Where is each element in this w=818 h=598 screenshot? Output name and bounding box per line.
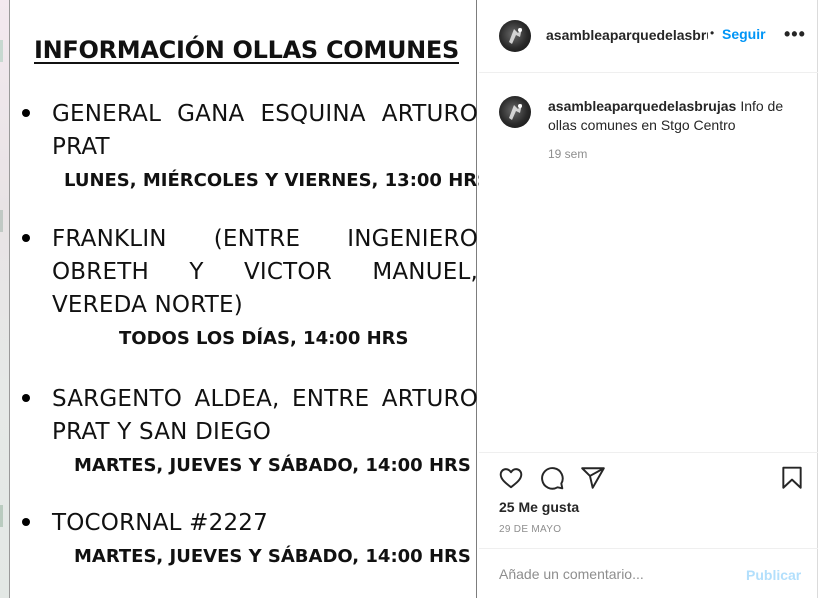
- caption-username[interactable]: asambleaparquedelasbrujas: [548, 98, 736, 114]
- edge-mark: [0, 210, 3, 232]
- location-item: TOCORNAL #2227 MARTES, JUEVES Y SÁBADO, …: [22, 507, 472, 570]
- bookmark-icon[interactable]: [779, 465, 805, 491]
- post-header: asambleaparquedelasbrujas • Seguir •••: [479, 0, 818, 73]
- caption-avatar[interactable]: [499, 96, 531, 128]
- share-icon[interactable]: [580, 465, 606, 491]
- post-actions: 25 Me gusta 29 DE MAYO: [479, 452, 818, 548]
- location-address: FRANKLIN (ENTRE INGENIERO OBRETH Y VICTO…: [52, 226, 478, 318]
- post-side-panel: asambleaparquedelasbrujas • Seguir ••• a…: [479, 0, 818, 598]
- location-address: GENERAL GANA ESQUINA ARTURO PRAT: [52, 101, 478, 160]
- location-item: GENERAL GANA ESQUINA ARTURO PRAT LUNES, …: [22, 98, 491, 194]
- location-address: TOCORNAL #2227: [52, 510, 268, 536]
- location-schedule: MARTES, JUEVES Y SÁBADO, 14:00 HRS: [74, 546, 471, 567]
- caption-timestamp[interactable]: 19 sem: [548, 147, 587, 161]
- bullet-icon: [22, 394, 30, 402]
- location-schedule: LUNES, MIÉRCOLES Y VIERNES, 13:00 HRS: [64, 170, 491, 191]
- location-item: SARGENTO ALDEA, ENTRE ARTURO PRAT Y SAN …: [22, 383, 478, 479]
- publish-button[interactable]: Publicar: [746, 567, 801, 583]
- heart-icon[interactable]: [498, 465, 524, 491]
- comment-bar: Publicar: [479, 548, 818, 598]
- follow-button[interactable]: Seguir: [722, 26, 766, 42]
- comment-input[interactable]: [499, 562, 729, 586]
- avatar[interactable]: [499, 20, 531, 52]
- edge-mark: [0, 505, 3, 527]
- header-username[interactable]: asambleaparquedelasbrujas: [546, 27, 708, 43]
- more-options-icon[interactable]: •••: [784, 24, 806, 45]
- edge-mark: [0, 40, 3, 62]
- bullet-icon: [22, 109, 30, 117]
- location-schedule: TODOS LOS DÍAS, 14:00 HRS: [119, 328, 409, 349]
- location-address: SARGENTO ALDEA, ENTRE ARTURO PRAT Y SAN …: [52, 386, 478, 445]
- bullet-icon: [22, 518, 30, 526]
- post-date[interactable]: 29 DE MAYO: [499, 524, 561, 535]
- post-caption: asambleaparquedelasbrujas Info de ollas c…: [548, 97, 810, 135]
- location-item: FRANKLIN (ENTRE INGENIERO OBRETH Y VICTO…: [22, 223, 478, 352]
- avatar-figure-icon: [509, 104, 522, 120]
- separator-dot: •: [710, 26, 715, 40]
- previous-post-edge: [0, 0, 9, 598]
- likes-count[interactable]: 25 Me gusta: [499, 499, 579, 515]
- location-schedule: MARTES, JUEVES Y SÁBADO, 14:00 HRS: [74, 455, 471, 476]
- avatar-figure-icon: [509, 28, 522, 44]
- comment-icon[interactable]: [539, 465, 565, 491]
- post-image[interactable]: INFORMACIÓN OLLAS COMUNES GENERAL GANA E…: [9, 0, 491, 598]
- bullet-icon: [22, 234, 30, 242]
- post-image-title: INFORMACIÓN OLLAS COMUNES: [34, 36, 459, 64]
